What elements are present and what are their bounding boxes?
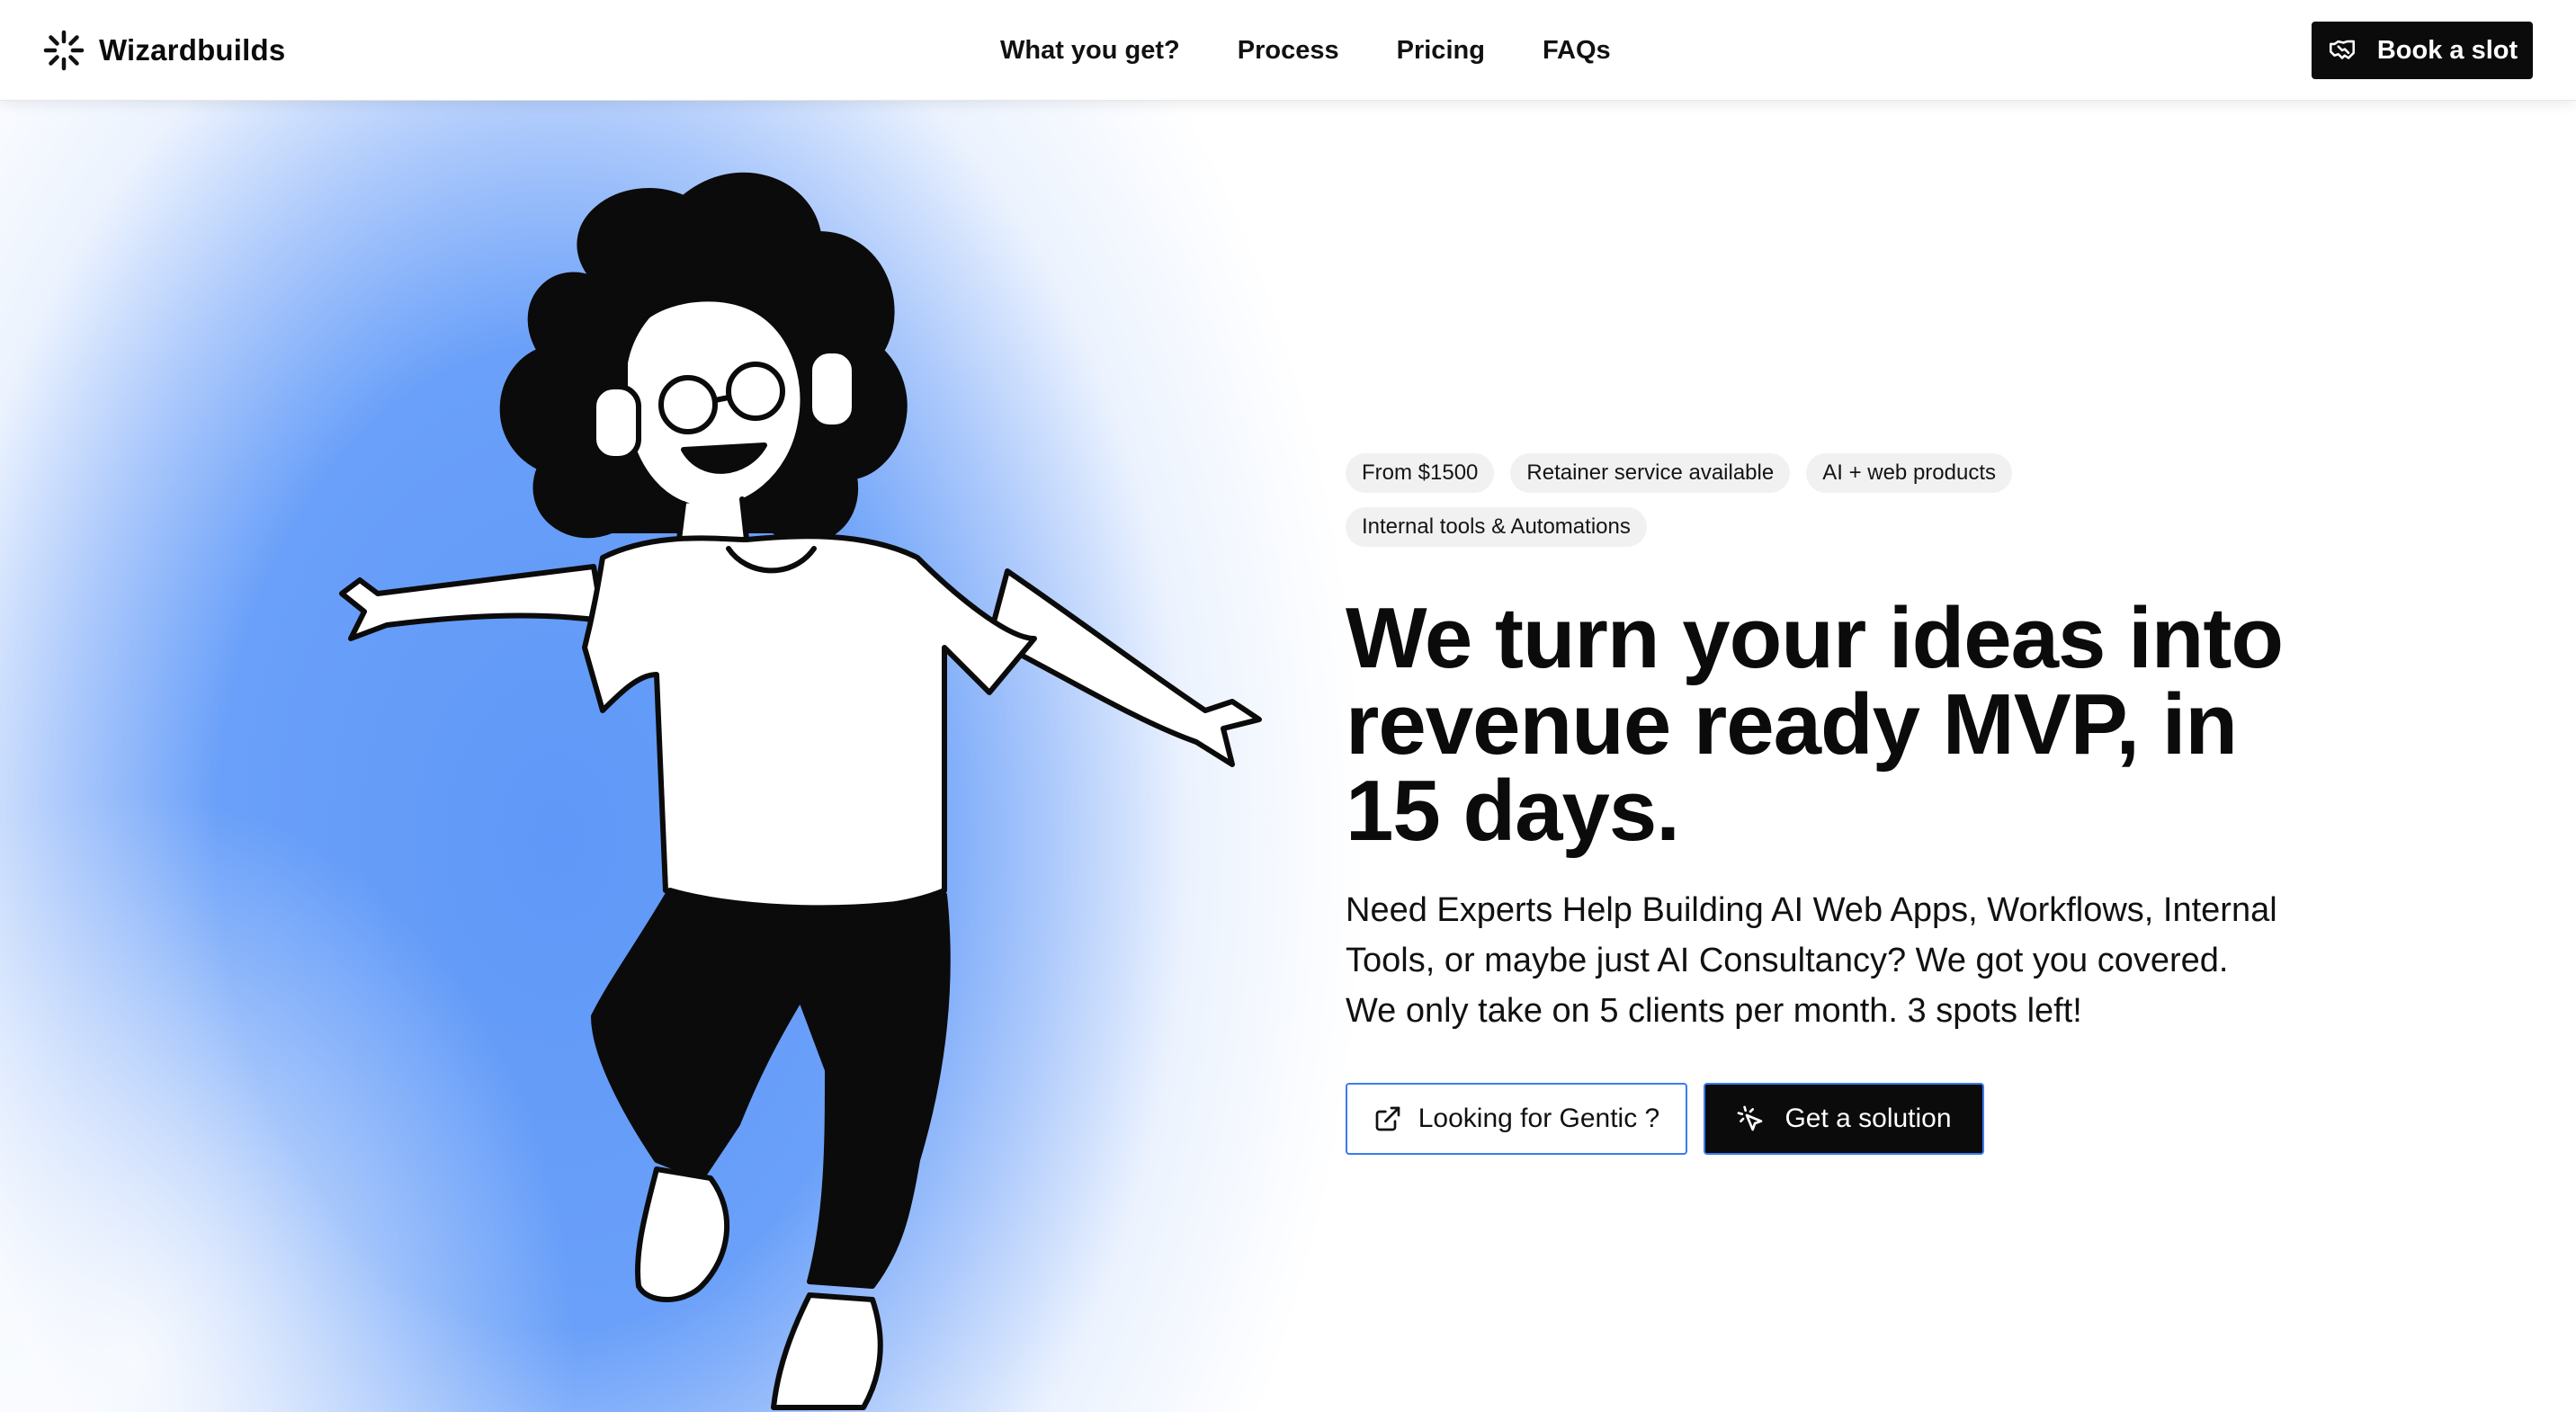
get-solution-button[interactable]: Get a solution [1704,1083,1984,1155]
nav-pricing[interactable]: Pricing [1397,36,1485,66]
tag-ai-web: AI + web products [1806,453,2012,493]
hero-subtext: Need Experts Help Building AI Web Apps, … [1346,885,2299,1036]
cursor-click-icon [1738,1105,1763,1131]
subtext-line-2: Tools, or maybe just AI Consultancy? We … [1346,942,2229,979]
external-link-icon [1375,1106,1400,1131]
book-slot-button[interactable]: Book a slot [2312,22,2533,79]
handshake-icon [2329,40,2355,59]
brand[interactable]: Wizardbuilds [43,25,285,76]
brand-name: Wizardbuilds [99,33,286,67]
subtext-line-1: Need Experts Help Building AI Web Apps, … [1346,891,2277,929]
nav-faqs[interactable]: FAQs [1543,36,1611,66]
hero-content: From $1500 Retainer service available AI… [1346,453,2335,1155]
hero-illustration [339,172,1262,1410]
nav-what-you-get[interactable]: What you get? [1000,36,1180,66]
gentic-button[interactable]: Looking for Gentic ? [1346,1083,1687,1155]
tag-price: From $1500 [1346,453,1495,493]
hero-headline: We turn your ideas into revenue ready MV… [1346,590,2284,859]
main-nav: What you get? Process Pricing FAQs [1000,32,1611,68]
tag-retainer: Retainer service available [1510,453,1791,493]
sparkle-burst-icon [43,30,85,71]
book-slot-label: Book a slot [2376,35,2518,65]
tag-list: From $1500 Retainer service available AI… [1346,453,2155,547]
site-header: Wizardbuilds What you get? Process Prici… [0,0,2576,101]
nav-process[interactable]: Process [1238,36,1339,66]
get-solution-label: Get a solution [1784,1104,1952,1133]
tag-internal-tools: Internal tools & Automations [1346,507,1647,547]
subtext-line-3: We only take on 5 clients per month. 3 s… [1346,992,2082,1030]
gentic-button-label: Looking for Gentic ? [1418,1104,1660,1133]
cta-row: Looking for Gentic ? Get a solution [1346,1083,2335,1155]
